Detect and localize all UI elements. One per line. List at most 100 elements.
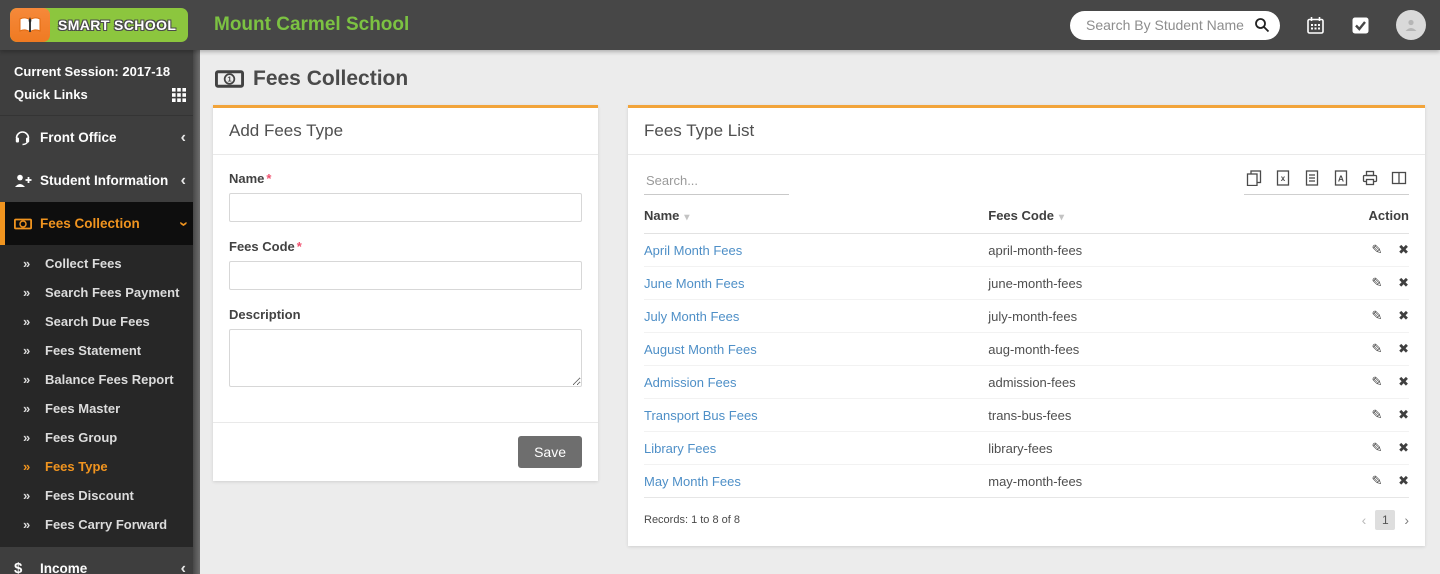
svg-text:A: A xyxy=(1338,174,1344,184)
pdf-icon: A xyxy=(1333,170,1349,186)
export-copy-button[interactable] xyxy=(1246,170,1262,186)
column-header-fees-code[interactable]: Fees Code▾ xyxy=(988,208,1317,223)
table-search-input[interactable] xyxy=(644,169,789,195)
export-excel-button[interactable]: x xyxy=(1275,170,1291,186)
export-csv-button[interactable] xyxy=(1304,170,1320,186)
name-field[interactable] xyxy=(229,193,582,222)
sidebar-subitem-fees-type[interactable]: » Fees Type xyxy=(0,452,200,481)
sidebar-scrollbar[interactable] xyxy=(193,50,200,574)
columns-icon xyxy=(1391,170,1407,186)
edit-icon[interactable]: ✎ xyxy=(1372,473,1383,489)
fees-code-cell: may-month-fees xyxy=(988,474,1317,489)
delete-icon[interactable]: ✖ xyxy=(1398,308,1409,324)
column-visibility-button[interactable] xyxy=(1391,170,1407,186)
edit-icon[interactable]: ✎ xyxy=(1372,440,1383,456)
copy-icon xyxy=(1246,170,1262,186)
quick-links[interactable]: Quick Links xyxy=(14,83,186,106)
edit-icon[interactable]: ✎ xyxy=(1372,275,1383,291)
sidebar-subitem-balance-fees-report[interactable]: » Balance Fees Report xyxy=(0,365,200,394)
money-bill-icon: 1 xyxy=(215,70,244,88)
sidebar-subitem-fees-statement[interactable]: » Fees Statement xyxy=(0,336,200,365)
delete-icon[interactable]: ✖ xyxy=(1398,275,1409,291)
dollar-icon: $ xyxy=(14,560,40,574)
avatar[interactable] xyxy=(1396,10,1426,40)
records-count: Records: 1 to 8 of 8 xyxy=(644,514,740,526)
print-button[interactable] xyxy=(1362,170,1378,186)
sidebar-subitem-search-due-fees[interactable]: » Search Due Fees xyxy=(0,307,200,336)
column-header-action: Action xyxy=(1317,208,1409,223)
table-row: May Month Fees may-month-fees ✎ ✖ xyxy=(644,465,1409,498)
fees-type-link[interactable]: July Month Fees xyxy=(644,309,739,324)
column-header-name[interactable]: Name▾ xyxy=(644,208,988,223)
next-page-icon[interactable]: › xyxy=(1404,512,1409,528)
student-search-input[interactable] xyxy=(1086,17,1254,33)
table-row: April Month Fees april-month-fees ✎ ✖ xyxy=(644,234,1409,267)
sort-icon: ▾ xyxy=(1059,212,1064,223)
add-fees-type-card: Add Fees Type Name* Fees Code* Descripti… xyxy=(213,105,598,481)
form-card-title: Add Fees Type xyxy=(213,108,598,155)
delete-icon[interactable]: ✖ xyxy=(1398,473,1409,489)
main-content: 1 Fees Collection Add Fees Type Name* Fe… xyxy=(200,50,1440,574)
book-logo-icon xyxy=(10,8,50,42)
sidebar-subitem-fees-group[interactable]: » Fees Group xyxy=(0,423,200,452)
delete-icon[interactable]: ✖ xyxy=(1398,341,1409,357)
sidebar-subitem-fees-discount[interactable]: » Fees Discount xyxy=(0,481,200,510)
sidebar-subitem-fees-carry-forward[interactable]: » Fees Carry Forward xyxy=(0,510,200,539)
fees-type-link[interactable]: June Month Fees xyxy=(644,276,744,291)
delete-icon[interactable]: ✖ xyxy=(1398,374,1409,390)
printer-icon xyxy=(1362,170,1378,186)
list-card-title: Fees Type List xyxy=(628,108,1425,155)
export-pdf-button[interactable]: A xyxy=(1333,170,1349,186)
save-button[interactable]: Save xyxy=(518,436,582,468)
description-field[interactable] xyxy=(229,329,582,387)
fees-collection-submenu: » Collect Fees » Search Fees Payment » S… xyxy=(0,245,200,547)
edit-icon[interactable]: ✎ xyxy=(1372,242,1383,258)
sidebar-item-label: Fees Collection xyxy=(40,216,181,231)
fees-code-label: Fees Code xyxy=(229,239,295,254)
file-text-icon xyxy=(1304,170,1320,186)
page-number[interactable]: 1 xyxy=(1375,510,1395,530)
delete-icon[interactable]: ✖ xyxy=(1398,407,1409,423)
calendar-button[interactable] xyxy=(1306,16,1325,35)
sidebar-item-fees-collection[interactable]: Fees Collection ‹ xyxy=(0,202,200,245)
sidebar-item-income[interactable]: $ Income ‹ xyxy=(0,547,200,574)
name-label: Name xyxy=(229,171,264,186)
fees-type-link[interactable]: Admission Fees xyxy=(644,375,736,390)
fees-type-link[interactable]: August Month Fees xyxy=(644,342,757,357)
app-logo[interactable]: SMART SCHOOL xyxy=(0,8,200,42)
chevron-left-icon: ‹ xyxy=(181,561,186,574)
fees-code-cell: trans-bus-fees xyxy=(988,408,1317,423)
search-icon[interactable] xyxy=(1254,17,1270,33)
fees-type-link[interactable]: May Month Fees xyxy=(644,474,741,489)
edit-icon[interactable]: ✎ xyxy=(1372,308,1383,324)
tasks-button[interactable] xyxy=(1351,16,1370,35)
sidebar-item-label: Front Office xyxy=(40,130,181,145)
fees-type-list-card: Fees Type List x xyxy=(628,105,1425,546)
student-search-box xyxy=(1070,11,1280,40)
check-square-icon xyxy=(1351,16,1370,35)
delete-icon[interactable]: ✖ xyxy=(1398,440,1409,456)
sidebar-item-student-information[interactable]: Student Information ‹ xyxy=(0,159,200,202)
edit-icon[interactable]: ✎ xyxy=(1372,341,1383,357)
sidebar-item-front-office[interactable]: Front Office ‹ xyxy=(0,116,200,159)
fees-type-link[interactable]: Library Fees xyxy=(644,441,716,456)
sidebar-subitem-collect-fees[interactable]: » Collect Fees xyxy=(0,249,200,278)
delete-icon[interactable]: ✖ xyxy=(1398,242,1409,258)
edit-icon[interactable]: ✎ xyxy=(1372,407,1383,423)
sidebar-subitem-fees-master[interactable]: » Fees Master xyxy=(0,394,200,423)
chevron-down-icon: ‹ xyxy=(175,221,191,226)
fees-code-field[interactable] xyxy=(229,261,582,290)
prev-page-icon[interactable]: ‹ xyxy=(1362,512,1367,528)
calendar-icon xyxy=(1306,16,1325,35)
sidebar-subitem-search-fees-payment[interactable]: » Search Fees Payment xyxy=(0,278,200,307)
headset-icon xyxy=(14,129,40,146)
fees-type-link[interactable]: April Month Fees xyxy=(644,243,742,258)
double-arrow-icon: » xyxy=(23,430,45,445)
edit-icon[interactable]: ✎ xyxy=(1372,374,1383,390)
money-bill-icon xyxy=(14,218,40,230)
user-plus-icon xyxy=(14,173,40,189)
double-arrow-icon: » xyxy=(23,256,45,271)
double-arrow-icon: » xyxy=(23,285,45,300)
fees-type-link[interactable]: Transport Bus Fees xyxy=(644,408,758,423)
double-arrow-icon: » xyxy=(23,488,45,503)
